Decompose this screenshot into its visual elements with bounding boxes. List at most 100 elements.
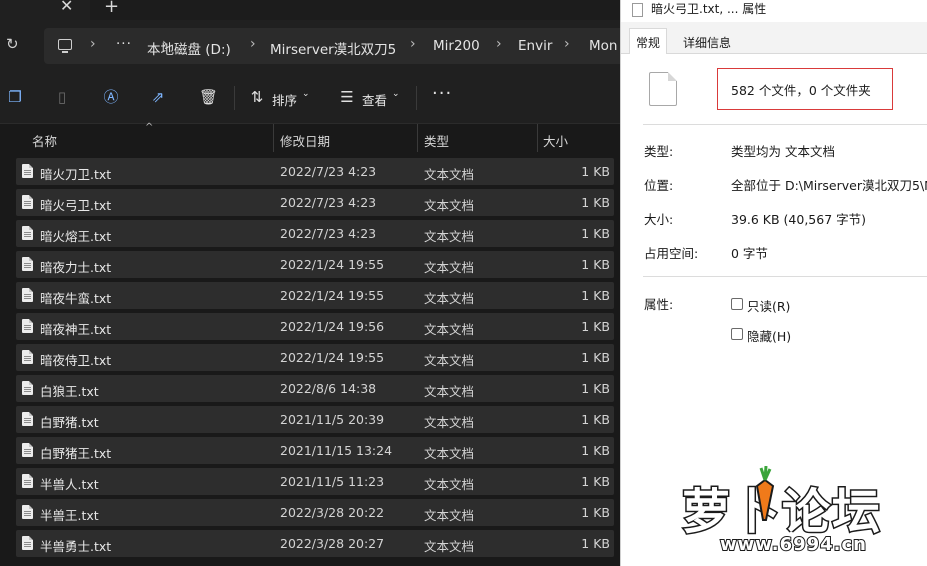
readonly-checkbox[interactable] <box>731 298 743 310</box>
chevron-right-icon: › <box>250 36 256 52</box>
toolbar-divider <box>234 86 235 110</box>
address-row: ↻ › ··· › 本地磁盘 (D:) › Mirserver漠北双刀5 › M… <box>0 20 620 72</box>
this-pc-icon[interactable] <box>58 39 72 53</box>
file-date: 2022/7/23 4:23 <box>280 164 377 179</box>
text-file-icon <box>22 505 33 519</box>
delete-icon[interactable]: 🗑 <box>199 89 218 105</box>
column-type[interactable]: 类型 <box>424 131 449 150</box>
file-date: 2022/8/6 14:38 <box>280 381 377 396</box>
column-divider[interactable] <box>417 124 418 152</box>
file-row[interactable]: 白狼王.txt 2022/8/6 14:38 文本文档 1 KB <box>16 375 614 402</box>
divider <box>643 124 927 125</box>
chevron-right-icon: › <box>564 36 570 52</box>
more-options-button[interactable]: ··· <box>432 83 452 104</box>
file-date: 2022/3/28 20:22 <box>280 505 385 520</box>
file-row[interactable]: 暗夜神王.txt 2022/1/24 19:56 文本文档 1 KB <box>16 313 614 340</box>
file-date: 2021/11/15 13:24 <box>280 443 393 458</box>
text-file-icon <box>22 257 33 271</box>
view-button[interactable]: 查看 <box>362 90 387 109</box>
text-file-icon <box>22 536 33 550</box>
address-bar[interactable]: › ··· › 本地磁盘 (D:) › Mirserver漠北双刀5 › Mir… <box>44 28 620 64</box>
file-row[interactable]: 暗火熔王.txt 2022/7/23 4:23 文本文档 1 KB <box>16 220 614 247</box>
column-date[interactable]: 修改日期 <box>280 131 330 150</box>
explorer-tab[interactable]: ✕ <box>0 0 90 20</box>
close-tab-icon[interactable]: ✕ <box>60 0 73 15</box>
file-row[interactable]: 暗夜侍卫.txt 2022/1/24 19:55 文本文档 1 KB <box>16 344 614 371</box>
breadcrumb-mirserver[interactable]: Mirserver漠北双刀5 <box>270 38 396 58</box>
sort-icon[interactable]: ⇅ <box>249 89 265 105</box>
breadcrumb-envir[interactable]: Envir <box>518 38 552 54</box>
file-type: 文本文档 <box>424 539 475 554</box>
disk-size-label: 占用空间: <box>644 246 699 261</box>
chevron-right-icon: › <box>496 36 502 52</box>
view-icon[interactable]: ☰ <box>339 89 355 105</box>
breadcrumb-mir200[interactable]: Mir200 <box>433 38 480 54</box>
share-icon[interactable]: ⇗ <box>150 89 166 105</box>
file-type: 文本文档 <box>424 291 475 306</box>
breadcrumb-mon[interactable]: Mon <box>589 38 617 54</box>
file-date: 2022/1/24 19:55 <box>280 257 385 272</box>
file-explorer-window: ✕ + ↻ › ··· › 本地磁盘 (D:) › Mirserver漠北双刀5… <box>0 0 620 566</box>
text-file-icon <box>22 443 33 457</box>
column-name[interactable]: 名称 <box>32 131 57 150</box>
sort-up-icon: ^ <box>145 122 154 133</box>
file-row[interactable]: 半兽王.txt 2022/3/28 20:22 文本文档 1 KB <box>16 499 614 526</box>
file-size: 1 KB <box>581 381 610 396</box>
sort-button[interactable]: 排序 <box>272 90 297 109</box>
text-file-icon <box>22 381 33 395</box>
file-size: 1 KB <box>581 164 610 179</box>
file-type: 文本文档 <box>424 260 475 275</box>
file-row[interactable]: 暗夜牛蛮.txt 2022/1/24 19:55 文本文档 1 KB <box>16 282 614 309</box>
tab-details[interactable]: 详细信息 <box>683 34 731 51</box>
hidden-crumbs-button[interactable]: ··· <box>116 36 132 52</box>
file-type: 文本文档 <box>424 477 475 492</box>
new-tab-icon[interactable]: + <box>104 0 119 17</box>
file-size: 1 KB <box>581 257 610 272</box>
file-type: 文本文档 <box>424 508 475 523</box>
file-name: 白狼王.txt <box>40 384 99 399</box>
attributes-label: 属性: <box>644 297 674 312</box>
file-date: 2022/7/23 4:23 <box>280 195 377 210</box>
chevron-right-icon: › <box>90 36 96 52</box>
refresh-icon[interactable]: ↻ <box>6 35 19 53</box>
hidden-checkbox[interactable] <box>731 328 743 340</box>
file-row[interactable]: 半兽勇士.txt 2022/3/28 20:27 文本文档 1 KB <box>16 530 614 557</box>
file-size: 1 KB <box>581 350 610 365</box>
dialog-tabs: 常规 详细信息 <box>621 28 927 55</box>
file-size: 1 KB <box>581 474 610 489</box>
file-row[interactable]: 半兽人.txt 2021/11/5 11:23 文本文档 1 KB <box>16 468 614 495</box>
column-divider[interactable] <box>537 124 538 152</box>
hidden-label[interactable]: 隐藏(H) <box>747 326 791 345</box>
tab-bar: ✕ + <box>0 0 620 20</box>
carrot-icon <box>755 466 775 521</box>
paste-icon[interactable]: ▯ <box>54 89 70 105</box>
file-type: 文本文档 <box>424 384 475 399</box>
file-name: 暗夜神王.txt <box>40 322 112 337</box>
site-watermark-logo: 萝卜论坛 www.6994.cn <box>676 466 922 562</box>
breadcrumb-drive[interactable]: 本地磁盘 (D:) <box>147 38 231 58</box>
watermark-brand: 萝卜论坛 <box>680 483 883 542</box>
column-header: ^ 名称 修改日期 类型 大小 <box>0 122 620 152</box>
file-row[interactable]: 暗火刀卫.txt 2022/7/23 4:23 文本文档 1 KB <box>16 158 614 185</box>
file-count: 582 个文件，0 个文件夹 <box>731 83 871 98</box>
divider <box>643 276 927 277</box>
file-date: 2022/7/23 4:23 <box>280 226 377 241</box>
column-size[interactable]: 大小 <box>543 131 568 150</box>
file-row[interactable]: 白野猪.txt 2021/11/5 20:39 文本文档 1 KB <box>16 406 614 433</box>
tab-general[interactable]: 常规 <box>629 28 668 55</box>
file-type: 文本文档 <box>424 167 475 182</box>
file-row[interactable]: 暗夜力士.txt 2022/1/24 19:55 文本文档 1 KB <box>16 251 614 278</box>
dialog-titlebar[interactable]: 暗火弓卫.txt, ... 属性 <box>621 0 927 22</box>
size-label: 大小: <box>644 212 674 227</box>
file-row[interactable]: 暗火弓卫.txt 2022/7/23 4:23 文本文档 1 KB <box>16 189 614 216</box>
readonly-label[interactable]: 只读(R) <box>747 296 790 315</box>
file-name: 暗火刀卫.txt <box>40 167 112 182</box>
file-row[interactable]: 白野猪王.txt 2021/11/15 13:24 文本文档 1 KB <box>16 437 614 464</box>
file-name: 半兽王.txt <box>40 508 99 523</box>
copy-icon[interactable]: ❐ <box>7 89 23 105</box>
type-label: 类型: <box>644 144 674 159</box>
rename-icon[interactable]: Ⓐ <box>103 89 119 105</box>
file-name: 半兽人.txt <box>40 477 99 492</box>
file-size: 1 KB <box>581 412 610 427</box>
column-divider[interactable] <box>273 124 274 152</box>
